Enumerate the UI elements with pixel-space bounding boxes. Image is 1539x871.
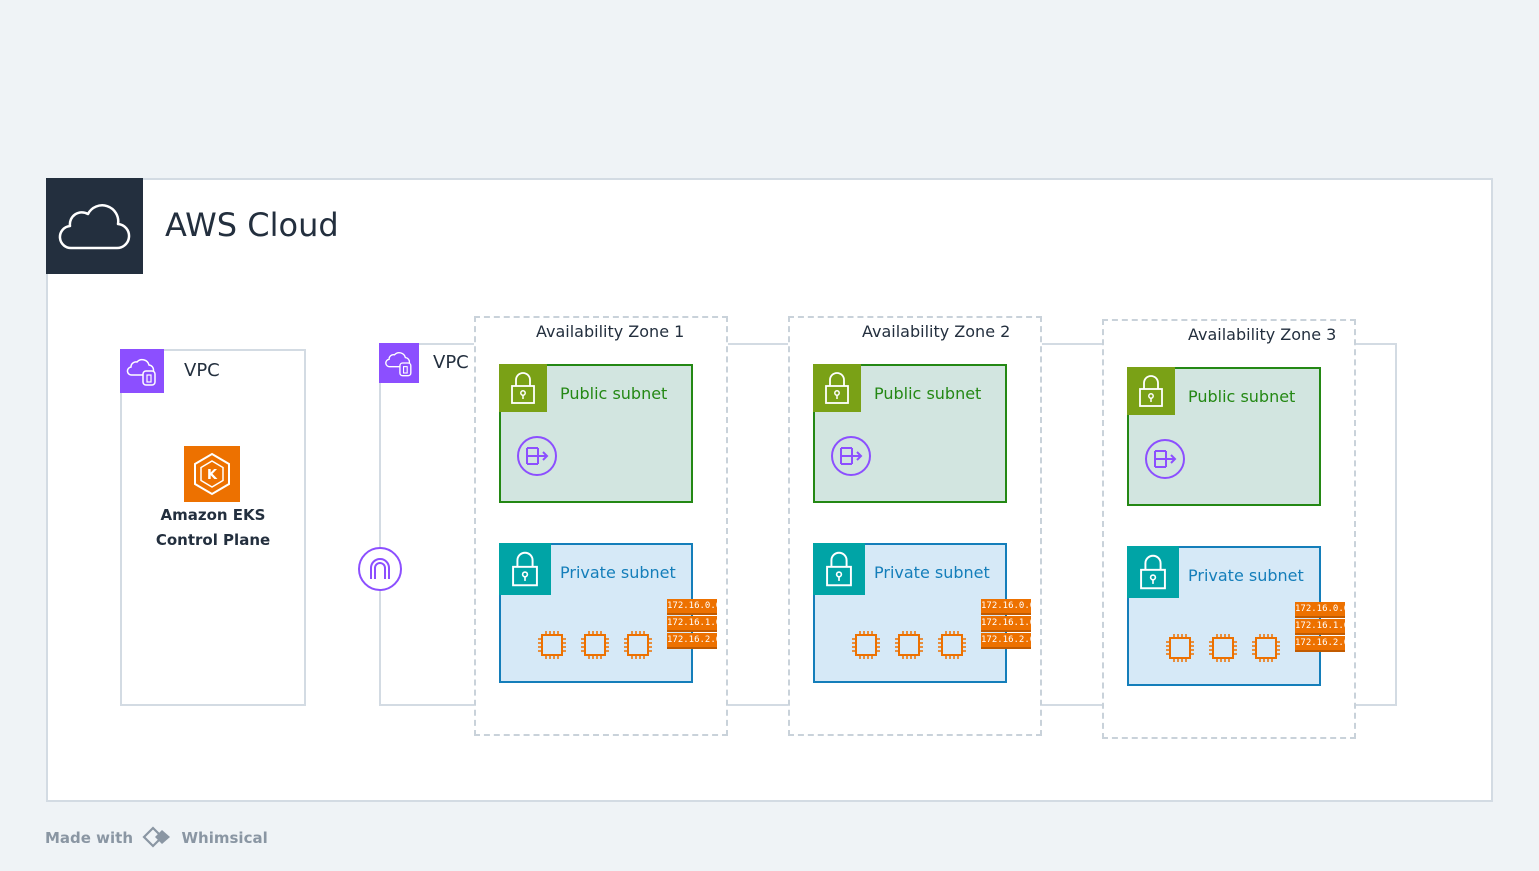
internet-gateway-icon bbox=[357, 546, 403, 592]
ec2-instance-icon bbox=[936, 629, 968, 661]
nat-gateway-icon bbox=[516, 435, 558, 477]
ip-range-label: 172.16.2.0 bbox=[1295, 636, 1349, 652]
ip-range-label: 172.16.1.0 bbox=[981, 616, 1035, 632]
private-subnet-label: Private subnet bbox=[560, 563, 676, 582]
vpc-icon bbox=[120, 349, 164, 393]
ec2-instance-icon bbox=[1250, 632, 1282, 664]
lock-icon bbox=[1127, 546, 1179, 598]
vpc-label: VPC bbox=[184, 360, 220, 381]
ip-range-label: 172.16.2.0 bbox=[667, 633, 721, 649]
availability-zone-label: Availability Zone 3 bbox=[1188, 325, 1337, 344]
cloud-title: AWS Cloud bbox=[165, 206, 339, 244]
vpc-label: VPC bbox=[433, 352, 469, 373]
availability-zone-label: Availability Zone 2 bbox=[862, 322, 1011, 341]
nat-gateway-icon bbox=[1144, 438, 1186, 480]
eks-label: Amazon EKS Control Plane bbox=[120, 503, 306, 553]
ec2-instance-icon bbox=[579, 629, 611, 661]
eks-icon: K bbox=[184, 446, 240, 502]
footer-made-with: Made with bbox=[45, 829, 134, 847]
lock-icon bbox=[1127, 367, 1175, 415]
ec2-instance-icon bbox=[1164, 632, 1196, 664]
footer-brand[interactable]: Whimsical bbox=[182, 829, 268, 847]
public-subnet-label: Public subnet bbox=[560, 384, 668, 403]
eks-label-line1: Amazon EKS bbox=[160, 506, 266, 524]
ec2-instance-icon bbox=[893, 629, 925, 661]
lock-icon bbox=[499, 364, 547, 412]
cloud-icon bbox=[46, 178, 143, 274]
ec2-instance-icon bbox=[622, 629, 654, 661]
svg-text:K: K bbox=[207, 468, 218, 483]
ec2-instance-icon bbox=[1207, 632, 1239, 664]
ip-range-label: 172.16.0.0 bbox=[667, 599, 721, 615]
lock-icon bbox=[499, 543, 551, 595]
whimsical-logo-icon bbox=[142, 826, 171, 848]
ip-range-label: 172.16.1.0 bbox=[1295, 619, 1349, 635]
availability-zone-label: Availability Zone 1 bbox=[536, 322, 685, 341]
eks-label-line2: Control Plane bbox=[155, 531, 271, 549]
ec2-instance-icon bbox=[850, 629, 882, 661]
ip-range-label: 172.16.1.0 bbox=[667, 616, 721, 632]
ec2-instance-icon bbox=[536, 629, 568, 661]
private-subnet-label: Private subnet bbox=[1188, 566, 1304, 585]
vpc-icon bbox=[379, 343, 419, 383]
lock-icon bbox=[813, 543, 865, 595]
ip-range-label: 172.16.0.0 bbox=[981, 599, 1035, 615]
public-subnet-label: Public subnet bbox=[1188, 387, 1296, 406]
lock-icon bbox=[813, 364, 861, 412]
ip-range-label: 172.16.0.0 bbox=[1295, 602, 1349, 618]
private-subnet-label: Private subnet bbox=[874, 563, 990, 582]
footer: Made with Whimsical bbox=[45, 826, 268, 848]
nat-gateway-icon bbox=[830, 435, 872, 477]
public-subnet-label: Public subnet bbox=[874, 384, 982, 403]
ip-range-label: 172.16.2.0 bbox=[981, 633, 1035, 649]
